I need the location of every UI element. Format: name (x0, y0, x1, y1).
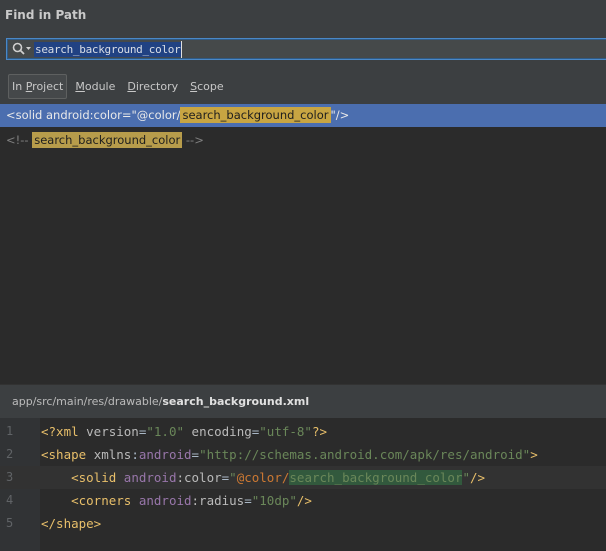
file-path-prefix: app/src/main/res/drawable/ (12, 395, 163, 408)
search-query-text[interactable]: search_background_color (34, 42, 182, 57)
dialog-title: Find in Path (5, 8, 87, 22)
code-token: : (131, 447, 139, 462)
code-token: " (229, 470, 237, 485)
code-token: android (138, 493, 192, 508)
result-row[interactable]: <!-- search_background_color --> (0, 129, 606, 152)
code-token: encoding (184, 424, 252, 439)
scope-tab-scope[interactable]: Scope (186, 74, 228, 99)
code-token: <shape (41, 447, 94, 462)
line-number: 5 (6, 516, 14, 530)
file-name: search_background.xml (162, 395, 310, 408)
code-token: ?> (311, 424, 328, 439)
result-suffix: --> (182, 133, 204, 147)
code-token: "utf-8" (259, 424, 312, 439)
code-token: " (462, 470, 471, 485)
code-preview-editor[interactable]: 1 <?xml version="1.0" encoding="utf-8"?> 2… (0, 418, 606, 551)
line-number: 2 (6, 447, 14, 461)
code-text: <?xml version="1.0" encoding="utf-8"?> (41, 420, 327, 443)
code-line[interactable]: 2 <shape xmlns:android="http://schemas.an… (0, 443, 606, 466)
code-token: search_background_color (289, 470, 463, 485)
code-token: "1.0" (146, 424, 185, 439)
scope-tab-label: Module (75, 80, 116, 93)
scope-tab-in-project[interactable]: In Project (8, 74, 68, 99)
result-suffix: "/> (330, 108, 350, 122)
code-token: @color/ (236, 470, 290, 485)
code-token: "http://schemas.android.com/apk/res/andr… (199, 447, 531, 462)
line-number: 1 (6, 424, 14, 438)
result-match-highlight: search_background_color (180, 107, 331, 123)
code-token: :color (176, 470, 222, 485)
code-line[interactable]: 1 <?xml version="1.0" encoding="utf-8"?> (0, 420, 606, 443)
result-match-highlight: search_background_color (32, 132, 183, 148)
code-token: > (530, 447, 538, 462)
code-token: android (138, 447, 192, 462)
code-text: <shape xmlns:android="http://schemas.and… (41, 443, 538, 466)
line-number: 3 (6, 470, 14, 484)
result-prefix: <!-- (6, 133, 33, 147)
code-token: version (86, 424, 139, 439)
scope-tab-label: In Project (12, 80, 64, 93)
code-line[interactable]: 5 </shape> (0, 512, 606, 535)
text-caret (181, 41, 182, 58)
line-number: 4 (6, 493, 14, 507)
code-token: = (191, 447, 200, 462)
code-token: :radius (191, 493, 245, 508)
result-prefix: <solid android:color="@color/ (6, 108, 181, 122)
code-token: android (123, 470, 177, 485)
code-line[interactable]: 3 <solid android:color="@color/search_ba… (0, 466, 606, 489)
code-text: <corners android:radius="10dp"/> (41, 489, 312, 512)
search-input[interactable]: search_background_color (6, 38, 606, 60)
scope-tab-label: Directory (127, 80, 179, 93)
code-token: </shape> (41, 516, 102, 531)
code-text: <solid android:color="@color/search_back… (41, 466, 485, 489)
code-text: </shape> (41, 512, 101, 535)
code-token: = (244, 493, 252, 508)
scope-tab-module[interactable]: Module (71, 74, 119, 99)
code-token: "10dp" (251, 493, 297, 508)
result-row[interactable]: <solid android:color="@color/search_back… (0, 104, 606, 127)
code-line[interactable]: 4 <corners android:radius="10dp"/> (0, 489, 606, 512)
results-list[interactable]: <solid android:color="@color/search_back… (0, 104, 606, 384)
scope-tab-label: Scope (190, 80, 224, 93)
code-token: /> (296, 493, 312, 508)
code-token: /> (470, 470, 486, 485)
preview-file-path: app/src/main/res/drawable/search_backgro… (0, 384, 606, 418)
code-token: <corners (71, 493, 139, 508)
code-token: <?xml (41, 424, 87, 439)
scope-tab-directory[interactable]: Directory (123, 74, 182, 99)
search-icon[interactable] (12, 42, 32, 56)
code-token: <solid (71, 470, 124, 485)
scope-tabs: In Project Module Directory Scope (8, 74, 232, 99)
code-token: xmlns (93, 447, 132, 462)
